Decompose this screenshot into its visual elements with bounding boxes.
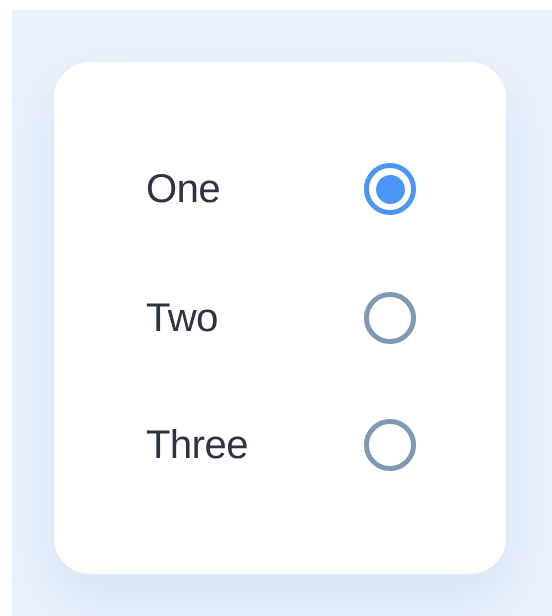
radio-button-one[interactable] <box>364 163 416 215</box>
radio-option-two[interactable]: Two <box>146 286 418 350</box>
radio-button-two[interactable] <box>364 292 416 344</box>
radio-option-one[interactable]: One <box>146 157 418 221</box>
radio-group-card: One Two Three <box>54 62 506 574</box>
radio-option-label: Three <box>146 422 249 467</box>
radio-option-label: One <box>146 166 221 211</box>
radio-option-three[interactable]: Three <box>146 413 418 477</box>
radio-selected-dot <box>375 174 405 204</box>
radio-option-label: Two <box>146 295 218 340</box>
radio-button-three[interactable] <box>364 419 416 471</box>
